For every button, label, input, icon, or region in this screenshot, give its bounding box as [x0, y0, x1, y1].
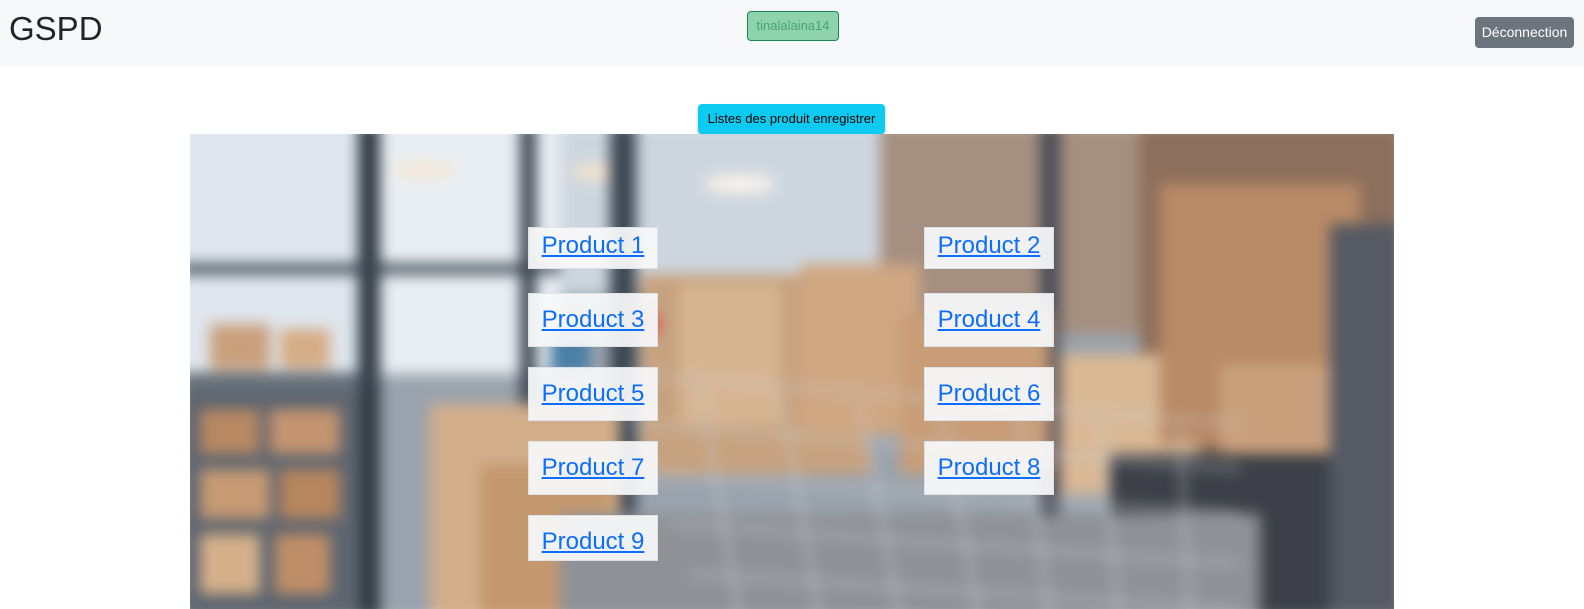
product-card: Product 6 [924, 367, 1054, 421]
product-link[interactable]: Product 2 [938, 232, 1041, 260]
product-card: Product 8 [924, 441, 1054, 495]
product-link[interactable]: Product 5 [542, 380, 645, 408]
product-link[interactable]: Product 1 [542, 232, 645, 260]
product-card: Product 2 [924, 227, 1054, 269]
product-link[interactable]: Product 7 [542, 454, 645, 482]
top-navbar: GSPD tinalalaina14 Déconnection [0, 0, 1584, 66]
logout-button[interactable]: Déconnection [1475, 17, 1574, 48]
product-card: Product 3 [528, 293, 658, 347]
username-badge: tinalalaina14 [747, 11, 839, 41]
product-card: Product 4 [924, 293, 1054, 347]
product-card: Product 7 [528, 441, 658, 495]
product-link[interactable]: Product 8 [938, 454, 1041, 482]
product-card: Product 1 [528, 227, 658, 269]
product-link[interactable]: Product 4 [938, 306, 1041, 334]
product-card: Product 5 [528, 367, 658, 421]
product-link[interactable]: Product 6 [938, 380, 1041, 408]
saved-products-list-button[interactable]: Listes des produit enregistrer [698, 104, 885, 134]
product-card: Product 9 [528, 515, 658, 561]
product-link[interactable]: Product 3 [542, 306, 645, 334]
brand-logo[interactable]: GSPD [9, 9, 103, 49]
warehouse-cart-picture [190, 134, 1394, 609]
product-link[interactable]: Product 9 [542, 528, 645, 556]
warehouse-background-image [190, 134, 1394, 609]
